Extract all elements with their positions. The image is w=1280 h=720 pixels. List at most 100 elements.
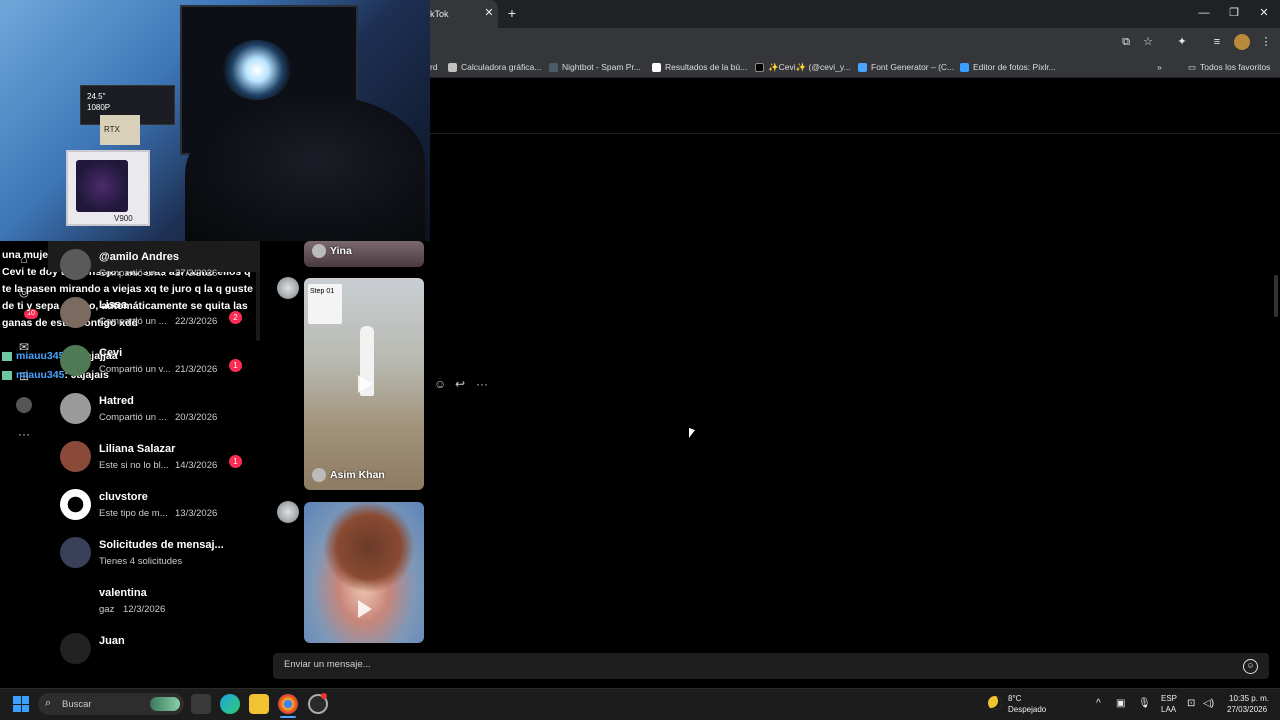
chat-header-divider <box>430 133 1280 134</box>
bookmark-item[interactable]: Font Generator – (C... <box>858 60 954 74</box>
product-box: RTX <box>100 115 140 145</box>
language-indicator-sub: LAA <box>1161 705 1177 714</box>
step-sticker: Step 01 <box>308 284 342 324</box>
sender-avatar[interactable] <box>277 501 299 523</box>
clock-time[interactable]: 10:35 p. m. <box>1229 694 1269 703</box>
mouse-cursor <box>689 427 695 441</box>
tray-chevron-icon[interactable]: ^ <box>1096 698 1101 709</box>
chrome-icon[interactable] <box>278 694 298 714</box>
conversation-preview: Tienes 4 solicitudes <box>99 556 183 567</box>
conversation-name: Juan <box>99 635 125 647</box>
conversation-avatar <box>60 441 91 472</box>
tiktok-icon <box>755 62 764 72</box>
unread-badge: 1 <box>229 455 242 468</box>
video-author: Asim Khan <box>312 468 385 482</box>
react-icon[interactable]: ☺ <box>434 376 446 392</box>
unread-badge: 1 <box>229 359 242 372</box>
folder-icon: ▭ <box>1188 62 1197 72</box>
chat-scrollbar[interactable] <box>1274 275 1278 317</box>
sender-avatar[interactable] <box>277 277 299 299</box>
conversation-date: 21/3/2026 <box>175 364 218 375</box>
taskbar-search-label: Buscar <box>62 699 92 710</box>
file-explorer-icon[interactable] <box>249 694 269 714</box>
conversation-date: 14/3/2026 <box>175 460 218 471</box>
volume-icon[interactable]: ◁) <box>1203 698 1214 709</box>
conversation-avatar <box>60 393 91 424</box>
shared-video-card[interactable] <box>304 502 424 643</box>
conversation-date: 27/3/2026 <box>175 268 218 279</box>
tab-title: kTok <box>430 9 449 19</box>
message-input[interactable] <box>273 653 1269 679</box>
video-author: Yina <box>312 244 352 258</box>
conversation-name: Liliana Salazar <box>99 443 176 455</box>
conversation-avatar <box>60 633 91 664</box>
recording-dot <box>321 693 327 699</box>
conversation-avatar <box>60 489 91 520</box>
conversation-name: valentina <box>99 587 147 599</box>
microphone-icon[interactable]: 🎙 <box>1138 698 1151 709</box>
install-app-icon[interactable]: ⧉ <box>1118 34 1134 50</box>
conversation-preview: Compartió un ... <box>99 316 167 327</box>
minimize-button[interactable]: — <box>1195 5 1213 21</box>
all-bookmarks-button[interactable]: ▭ Todos los favoritos <box>1188 60 1270 74</box>
play-icon[interactable] <box>358 375 372 393</box>
conversation-name: Hatred <box>99 395 134 407</box>
profile-avatar[interactable] <box>1234 34 1250 50</box>
network-icon[interactable]: ⊡ <box>1187 698 1195 709</box>
more-options-icon[interactable]: ··· <box>476 376 488 392</box>
moon-weather-icon <box>988 696 1002 710</box>
close-window-button[interactable]: ✕ <box>1255 5 1273 21</box>
tab-close-icon[interactable]: ✕ <box>482 6 496 20</box>
conversation-preview: Este tipo de m... <box>99 508 168 519</box>
edge-icon[interactable] <box>220 694 240 714</box>
bookmark-item[interactable]: rd <box>430 60 438 74</box>
conversation-name: Lissa <box>99 299 128 311</box>
bookmark-item[interactable]: Calculadora gráfica... <box>448 60 541 74</box>
webcam-overlay: 24.5" 1080P RTX V900 <box>0 0 430 241</box>
reply-icon[interactable]: ↩ <box>455 376 465 392</box>
conversation-avatar <box>60 297 91 328</box>
bookmark-item[interactable]: Nightbot - Spam Pr... <box>549 60 641 74</box>
conversation-name: Cevi <box>99 347 123 359</box>
hair <box>324 502 414 592</box>
chat-user-icon <box>2 370 12 380</box>
more-button[interactable]: ··· <box>14 425 34 443</box>
unread-badge: 2 <box>229 311 242 324</box>
restore-button[interactable]: ❐ <box>1225 5 1243 21</box>
conversation-date: 12/3/2026 <box>123 604 166 615</box>
browser-menu-icon[interactable]: ⋮ <box>1258 34 1274 50</box>
font-generator-icon <box>858 62 867 72</box>
tray-app-icon[interactable]: ▣ <box>1116 698 1125 709</box>
profile-avatar[interactable] <box>16 397 32 413</box>
browser-titlebar <box>430 0 1280 28</box>
author-avatar <box>312 468 326 482</box>
weather-temp: 8°C <box>1008 694 1022 703</box>
pixlr-icon <box>960 62 969 72</box>
new-tab-button[interactable]: + <box>505 6 519 20</box>
conversation-avatar <box>60 249 91 280</box>
media-control-icon[interactable]: ≡ <box>1209 34 1225 50</box>
conversation-date: 22/3/2026 <box>175 316 218 327</box>
emoji-icon[interactable]: ☺ <box>1243 659 1258 674</box>
windows-start-icon[interactable] <box>13 696 29 712</box>
extensions-icon[interactable]: ✦ <box>1174 34 1190 50</box>
language-indicator[interactable]: ESP <box>1161 694 1177 703</box>
bookmark-item[interactable]: Resultados de la bú... <box>652 60 747 74</box>
bookmark-item[interactable]: Editor de fotos: Pixlr... <box>960 60 1056 74</box>
play-icon[interactable] <box>358 600 372 618</box>
conversation-name: cluvstore <box>99 491 148 503</box>
page-icon <box>652 62 661 72</box>
conversation-date: 20/3/2026 <box>175 412 218 423</box>
clock-date[interactable]: 27/03/2026 <box>1227 705 1267 714</box>
conversation-preview: gaz <box>99 604 115 615</box>
task-view-icon[interactable] <box>191 694 211 714</box>
bookmarks-more-button[interactable]: » <box>1157 60 1162 74</box>
bookmark-star-icon[interactable]: ☆ <box>1140 34 1156 50</box>
shared-video-card[interactable]: Step 01 <box>304 278 424 490</box>
pc-case-window <box>76 160 128 212</box>
conversation-preview: Compartió un ... <box>99 268 167 279</box>
conversation-avatar <box>60 345 91 376</box>
bookmark-item[interactable]: ✨Cevi✨ (@cevi_y... <box>755 60 851 74</box>
search-highlight-icon <box>150 697 180 711</box>
conversation-preview: Compartió un v... <box>99 364 171 375</box>
